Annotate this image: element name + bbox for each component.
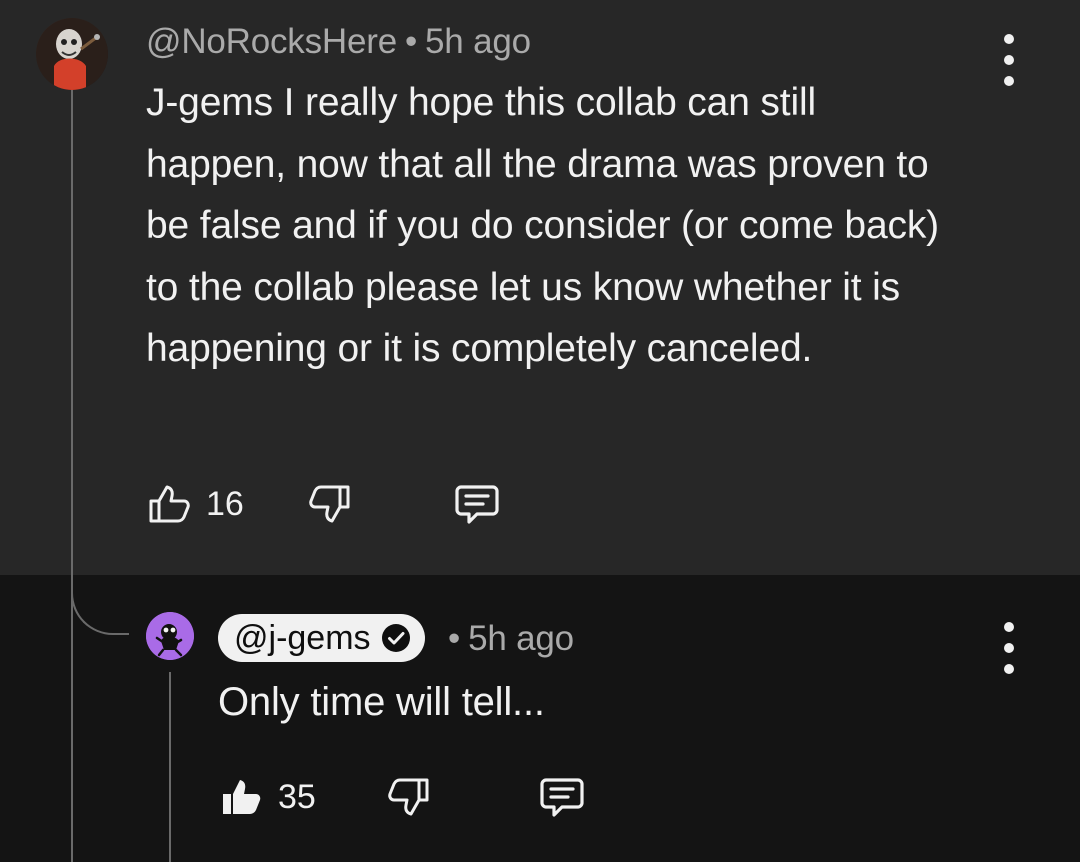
reply-author-pill[interactable]: @j-gems [218,614,425,662]
comment-icon[interactable] [452,479,502,529]
comment-icon[interactable] [537,772,587,822]
comments-thread: @NoRocksHere • 5h ago J-gems I really hope… [0,0,1080,862]
avatar-image [36,18,108,90]
thumb-up-outline-icon[interactable] [146,480,194,528]
reply-comment-actions: 35 [218,772,587,822]
reply-like-count: 35 [278,778,316,816]
main-like-control[interactable]: 16 [146,480,244,528]
main-comment-meta: @NoRocksHere • 5h ago [146,22,531,62]
thumb-down-outline-icon[interactable] [384,773,432,821]
avatar-image [146,612,194,660]
main-more-vertical-icon[interactable] [995,34,1023,86]
reply-like-control[interactable]: 35 [218,773,316,821]
meta-separator: • [404,22,418,61]
menu-dot [1004,622,1014,632]
main-comment-actions: 16 [146,479,502,529]
menu-dot [1004,55,1014,65]
verified-check-icon [381,624,410,652]
thumb-down-outline-icon[interactable] [305,480,353,528]
menu-dot [1004,643,1014,653]
reply-comment-meta: • 5h ago [440,619,574,659]
meta-separator: • [448,619,461,658]
main-comment-text: J-gems I really hope this collab can sti… [146,81,940,370]
avatar-norockshere[interactable] [36,18,108,90]
thread-connector-main [71,90,73,862]
thread-connector-reply [169,672,171,862]
avatar-j-gems[interactable] [146,612,194,660]
reply-comment-time: 5h ago [468,619,574,658]
main-like-count: 16 [206,485,244,523]
menu-dot [1004,664,1014,674]
main-comment-time: 5h ago [425,22,531,61]
reply-more-vertical-icon[interactable] [995,622,1023,674]
reply-comment-author: @j-gems [234,618,371,657]
thumb-up-filled-icon[interactable] [218,773,266,821]
menu-dot [1004,34,1014,44]
menu-dot [1004,76,1014,86]
main-comment-author[interactable]: @NoRocksHere [146,22,397,61]
reply-comment-text: Only time will tell... [218,680,545,724]
